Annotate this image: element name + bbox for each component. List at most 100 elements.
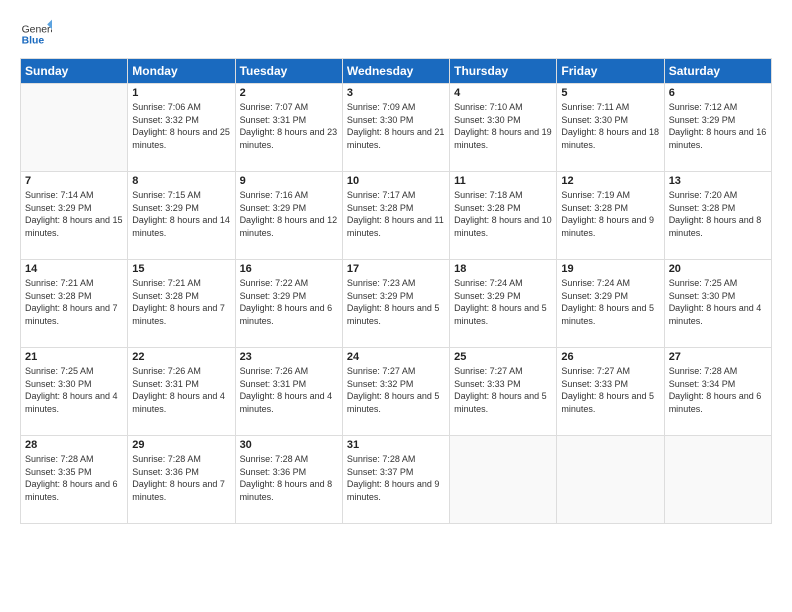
calendar-day-cell: 31 Sunrise: 7:28 AMSunset: 3:37 PMDayligh… [342,436,449,524]
day-info: Sunrise: 7:10 AMSunset: 3:30 PMDaylight:… [454,101,552,151]
day-info: Sunrise: 7:17 AMSunset: 3:28 PMDaylight:… [347,189,445,239]
weekday-header: Friday [557,59,664,84]
calendar-day-cell: 15 Sunrise: 7:21 AMSunset: 3:28 PMDayligh… [128,260,235,348]
day-info: Sunrise: 7:26 AMSunset: 3:31 PMDaylight:… [132,365,230,415]
day-number: 20 [669,263,767,275]
calendar-day-cell: 10 Sunrise: 7:17 AMSunset: 3:28 PMDayligh… [342,172,449,260]
calendar-day-cell: 21 Sunrise: 7:25 AMSunset: 3:30 PMDayligh… [21,348,128,436]
calendar-day-cell: 12 Sunrise: 7:19 AMSunset: 3:28 PMDayligh… [557,172,664,260]
day-number: 29 [132,439,230,451]
day-info: Sunrise: 7:16 AMSunset: 3:29 PMDaylight:… [240,189,338,239]
day-info: Sunrise: 7:19 AMSunset: 3:28 PMDaylight:… [561,189,659,239]
day-number: 13 [669,175,767,187]
page: General Blue SundayMondayTuesdayWednesda… [0,0,792,612]
calendar-day-cell [664,436,771,524]
day-info: Sunrise: 7:25 AMSunset: 3:30 PMDaylight:… [669,277,767,327]
day-number: 18 [454,263,552,275]
day-number: 5 [561,87,659,99]
day-info: Sunrise: 7:28 AMSunset: 3:36 PMDaylight:… [132,453,230,503]
calendar-day-cell: 14 Sunrise: 7:21 AMSunset: 3:28 PMDayligh… [21,260,128,348]
day-number: 12 [561,175,659,187]
day-number: 25 [454,351,552,363]
calendar-header-row: SundayMondayTuesdayWednesdayThursdayFrid… [21,59,772,84]
calendar-day-cell: 17Sunrise: 7:23 AMSunset: 3:29 PMDayligh… [342,260,449,348]
day-info: Sunrise: 7:28 AMSunset: 3:35 PMDaylight:… [25,453,123,503]
calendar-week-row: 14 Sunrise: 7:21 AMSunset: 3:28 PMDayligh… [21,260,772,348]
day-info: Sunrise: 7:25 AMSunset: 3:30 PMDaylight:… [25,365,123,415]
calendar-day-cell: 30 Sunrise: 7:28 AMSunset: 3:36 PMDayligh… [235,436,342,524]
calendar-week-row: 7Sunrise: 7:14 AMSunset: 3:29 PMDaylight… [21,172,772,260]
weekday-header: Tuesday [235,59,342,84]
calendar-day-cell: 3 Sunrise: 7:09 AMSunset: 3:30 PMDaylight… [342,84,449,172]
day-info: Sunrise: 7:06 AMSunset: 3:32 PMDaylight:… [132,101,230,151]
calendar-day-cell: 26Sunrise: 7:27 AMSunset: 3:33 PMDayligh… [557,348,664,436]
day-info: Sunrise: 7:09 AMSunset: 3:30 PMDaylight:… [347,101,445,151]
calendar-day-cell [450,436,557,524]
day-info: Sunrise: 7:22 AMSunset: 3:29 PMDaylight:… [240,277,338,327]
day-number: 19 [561,263,659,275]
header: General Blue [20,18,772,50]
calendar-day-cell: 6 Sunrise: 7:12 AMSunset: 3:29 PMDaylight… [664,84,771,172]
calendar-day-cell: 9 Sunrise: 7:16 AMSunset: 3:29 PMDaylight… [235,172,342,260]
day-info: Sunrise: 7:21 AMSunset: 3:28 PMDaylight:… [25,277,123,327]
calendar-day-cell: 25 Sunrise: 7:27 AMSunset: 3:33 PMDayligh… [450,348,557,436]
day-number: 31 [347,439,445,451]
calendar-day-cell: 2Sunrise: 7:07 AMSunset: 3:31 PMDaylight… [235,84,342,172]
calendar-day-cell [557,436,664,524]
calendar-week-row: 1 Sunrise: 7:06 AMSunset: 3:32 PMDaylight… [21,84,772,172]
day-info: Sunrise: 7:28 AMSunset: 3:36 PMDaylight:… [240,453,338,503]
day-number: 3 [347,87,445,99]
weekday-header: Saturday [664,59,771,84]
day-number: 16 [240,263,338,275]
calendar-day-cell: 28 Sunrise: 7:28 AMSunset: 3:35 PMDayligh… [21,436,128,524]
svg-text:Blue: Blue [22,36,45,47]
day-number: 22 [132,351,230,363]
day-number: 8 [132,175,230,187]
day-info: Sunrise: 7:24 AMSunset: 3:29 PMDaylight:… [561,277,659,327]
calendar-day-cell: 5 Sunrise: 7:11 AMSunset: 3:30 PMDaylight… [557,84,664,172]
day-info: Sunrise: 7:26 AMSunset: 3:31 PMDaylight:… [240,365,338,415]
day-number: 14 [25,263,123,275]
logo: General Blue [20,18,52,50]
day-info: Sunrise: 7:14 AMSunset: 3:29 PMDaylight:… [25,189,123,239]
day-info: Sunrise: 7:21 AMSunset: 3:28 PMDaylight:… [132,277,230,327]
day-info: Sunrise: 7:20 AMSunset: 3:28 PMDaylight:… [669,189,767,239]
weekday-header: Wednesday [342,59,449,84]
calendar-day-cell: 8 Sunrise: 7:15 AMSunset: 3:29 PMDaylight… [128,172,235,260]
day-number: 21 [25,351,123,363]
day-info: Sunrise: 7:15 AMSunset: 3:29 PMDaylight:… [132,189,230,239]
day-info: Sunrise: 7:28 AMSunset: 3:37 PMDaylight:… [347,453,445,503]
calendar-week-row: 28 Sunrise: 7:28 AMSunset: 3:35 PMDayligh… [21,436,772,524]
weekday-header: Sunday [21,59,128,84]
day-number: 26 [561,351,659,363]
day-info: Sunrise: 7:27 AMSunset: 3:33 PMDaylight:… [454,365,552,415]
svg-text:General: General [22,24,52,35]
calendar-table: SundayMondayTuesdayWednesdayThursdayFrid… [20,58,772,524]
day-number: 28 [25,439,123,451]
day-number: 4 [454,87,552,99]
calendar-day-cell: 27 Sunrise: 7:28 AMSunset: 3:34 PMDayligh… [664,348,771,436]
calendar-week-row: 21 Sunrise: 7:25 AMSunset: 3:30 PMDayligh… [21,348,772,436]
calendar-day-cell: 20 Sunrise: 7:25 AMSunset: 3:30 PMDayligh… [664,260,771,348]
calendar-day-cell: 18Sunrise: 7:24 AMSunset: 3:29 PMDayligh… [450,260,557,348]
calendar-day-cell: 16 Sunrise: 7:22 AMSunset: 3:29 PMDayligh… [235,260,342,348]
day-number: 1 [132,87,230,99]
day-number: 23 [240,351,338,363]
day-number: 27 [669,351,767,363]
day-number: 30 [240,439,338,451]
calendar-day-cell [21,84,128,172]
day-number: 10 [347,175,445,187]
day-number: 6 [669,87,767,99]
day-info: Sunrise: 7:07 AMSunset: 3:31 PMDaylight:… [240,101,338,151]
calendar-day-cell: 29 Sunrise: 7:28 AMSunset: 3:36 PMDayligh… [128,436,235,524]
day-number: 11 [454,175,552,187]
day-info: Sunrise: 7:12 AMSunset: 3:29 PMDaylight:… [669,101,767,151]
calendar-day-cell: 13 Sunrise: 7:20 AMSunset: 3:28 PMDayligh… [664,172,771,260]
calendar-day-cell: 4 Sunrise: 7:10 AMSunset: 3:30 PMDaylight… [450,84,557,172]
day-info: Sunrise: 7:28 AMSunset: 3:34 PMDaylight:… [669,365,767,415]
calendar-day-cell: 1 Sunrise: 7:06 AMSunset: 3:32 PMDaylight… [128,84,235,172]
day-number: 17 [347,263,445,275]
day-info: Sunrise: 7:11 AMSunset: 3:30 PMDaylight:… [561,101,659,151]
day-number: 9 [240,175,338,187]
day-number: 15 [132,263,230,275]
